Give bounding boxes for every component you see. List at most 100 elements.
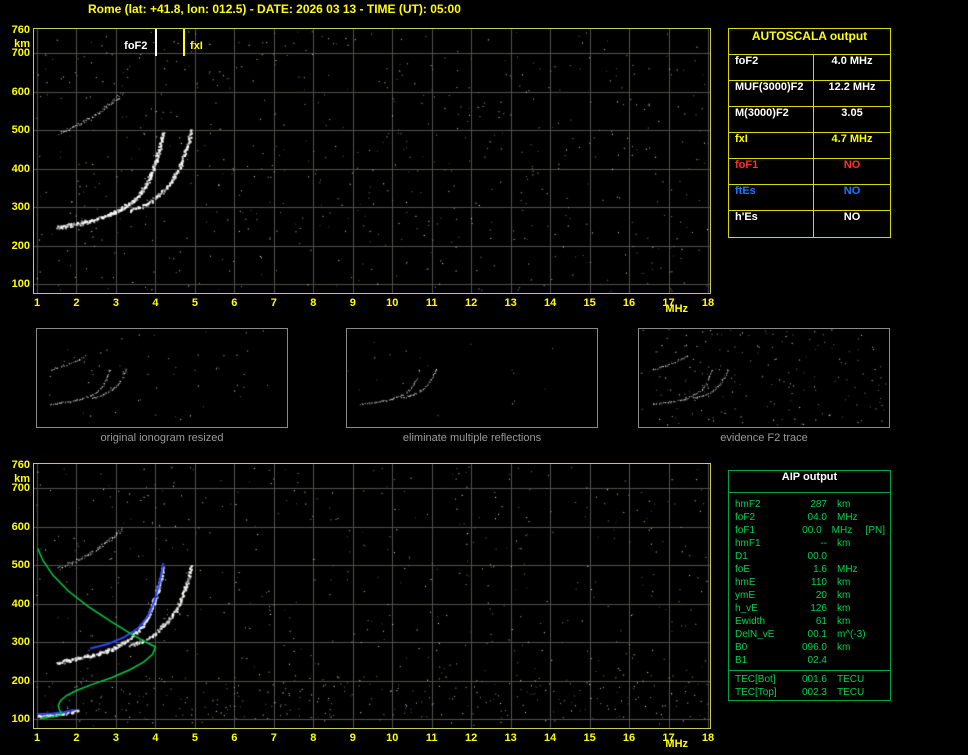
param-value: 287 — [810, 499, 827, 510]
table-row: B1 02.4 — [729, 654, 890, 667]
x-tick-label: 6 — [231, 297, 238, 309]
param-value: 002.3 — [801, 687, 827, 698]
thumbnail-caption: original ionogram resized — [100, 432, 224, 444]
param-value: -- — [820, 538, 827, 549]
thumbnail-canvas — [37, 329, 287, 427]
table-row: foE 1.6 MHz — [729, 563, 890, 576]
x-tick-label: 16 — [622, 732, 636, 744]
x-tick-label: 4 — [152, 732, 159, 744]
table-row: MUF(3000)F2 12.2 MHz — [729, 81, 890, 107]
x-tick-label: 9 — [349, 297, 356, 309]
param-value: 20 — [815, 590, 827, 601]
param-unit: km — [837, 642, 851, 653]
thumbnail-canvas — [347, 329, 597, 427]
param-value: 02.4 — [807, 655, 827, 666]
x-tick-label: 6 — [231, 732, 238, 744]
table-row: B0 096.0 km — [729, 641, 890, 654]
table-row: Ewidth 61 km — [729, 615, 890, 628]
x-tick-label: 5 — [191, 297, 198, 309]
x-tick-label: 3 — [112, 297, 119, 309]
fxI-marker-label: fxI — [190, 40, 203, 52]
param-label: ymE — [735, 590, 755, 601]
param-value: NO — [813, 211, 890, 237]
y-tick-label: 100 — [11, 278, 30, 290]
param-note: [PN] — [865, 525, 885, 536]
x-tick-label: 5 — [191, 732, 198, 744]
param-label: h_vE — [735, 603, 758, 614]
param-unit — [827, 550, 873, 563]
param-unit: MHz — [837, 512, 858, 523]
param-label: Ewidth — [735, 616, 766, 627]
x-tick-label: 7 — [270, 732, 277, 744]
x-tick-label: 14 — [543, 297, 557, 309]
x-tick-label: 13 — [504, 297, 517, 309]
table-row: ymE 20 km — [729, 589, 890, 602]
autoscala-output-table: AUTOSCALA output foF2 4.0 MHz MUF(3000)F… — [728, 28, 891, 238]
table-row: h'Es NO — [729, 211, 890, 237]
param-value: 4.0 MHz — [813, 55, 890, 80]
table-row: foF1 NO — [729, 159, 890, 185]
ionogram-plot: foF2 fxI — [33, 28, 711, 294]
param-label: foE — [735, 564, 751, 575]
x-tick-label: 13 — [504, 732, 517, 744]
param-unit: MHz — [831, 525, 853, 536]
x-tick-label: 11 — [425, 732, 438, 744]
x-tick-label: 10 — [386, 297, 399, 309]
y-tick-label: 200 — [11, 239, 30, 252]
param-value: 00.0 — [802, 525, 822, 536]
table-row: hmF2 287 km — [729, 498, 890, 511]
x-tick-label: 14 — [543, 732, 557, 744]
fxI-marker-line — [183, 29, 185, 56]
profile-ionogram-plot — [33, 463, 711, 729]
y-tick-label: 760 — [11, 24, 30, 36]
table-row: D1 00.0 — [729, 550, 890, 563]
x-tick-label: 9 — [349, 732, 356, 744]
x-tick-label: 18 — [701, 297, 715, 309]
thumbnail-canvas — [639, 329, 889, 427]
param-value: 3.05 — [813, 107, 890, 132]
x-tick-label: 12 — [465, 732, 478, 744]
param-label: B1 — [735, 655, 748, 666]
x-axis-unit-label: MHz — [665, 738, 689, 750]
y-tick-label: 760 — [11, 459, 30, 471]
param-label: fxI — [735, 133, 748, 145]
param-label: hmF2 — [735, 499, 761, 510]
y-tick-label: 400 — [11, 597, 30, 610]
param-value: 4.7 MHz — [813, 133, 890, 158]
aip-table-header: AIP output — [729, 471, 890, 493]
param-unit: TECU — [837, 674, 865, 685]
table-row: foF2 4.0 MHz — [729, 55, 890, 81]
y-tick-label: 200 — [11, 674, 30, 687]
param-value: NO — [813, 159, 890, 184]
param-label: D1 — [735, 551, 748, 562]
y-tick-label: 400 — [11, 162, 30, 175]
table-row: ftEs NO — [729, 185, 890, 211]
autoscala-table-header: AUTOSCALA output — [729, 29, 890, 55]
table-row: M(3000)F2 3.05 — [729, 107, 890, 133]
param-value: 12.2 MHz — [813, 81, 890, 106]
thumbnail-evidence-f2-trace — [638, 328, 890, 428]
x-tick-label: 16 — [622, 297, 636, 309]
thumbnail-caption: eliminate multiple reflections — [402, 432, 542, 444]
param-label: M(3000)F2 — [735, 107, 789, 119]
x-tick-label: 15 — [583, 297, 596, 309]
param-label: MUF(3000)F2 — [735, 81, 804, 93]
param-value: 001.6 — [801, 674, 827, 685]
thumbnail-original-ionogram — [36, 328, 288, 428]
x-tick-label: 12 — [465, 297, 478, 309]
param-label: hmE — [735, 577, 756, 588]
param-value: 04.0 — [807, 512, 827, 523]
foF2-marker-label: foF2 — [124, 40, 148, 52]
param-label: hmF1 — [735, 538, 761, 549]
param-label: DelN_vE — [735, 629, 775, 640]
aip-table-body: hmF2 287 km foF2 04.0 MHz foF1 00.0 MHz [PN] hm… — [729, 493, 890, 699]
param-unit: km — [837, 577, 851, 588]
thumbnail-multiple-reflections-removed — [346, 328, 598, 428]
table-row: hmE 110 km — [729, 576, 890, 589]
y-tick-label: 600 — [11, 520, 30, 533]
x-tick-label: 7 — [270, 297, 277, 309]
x-tick-label: 3 — [112, 732, 119, 744]
y-tick-label: 500 — [11, 124, 30, 137]
table-row: foF2 04.0 MHz — [729, 511, 890, 524]
y-axis-unit-label: km — [14, 38, 30, 50]
